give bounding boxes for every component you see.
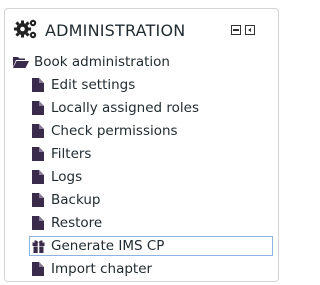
tree-item-logs[interactable]: Logs [29, 167, 273, 187]
tree-item-backup[interactable]: Backup [29, 190, 273, 210]
tree-parent-label: Book administration [34, 54, 170, 70]
hide-block-icon[interactable] [231, 25, 241, 35]
tree-item-label: Restore [51, 215, 103, 231]
tree-item-filters[interactable]: Filters [29, 144, 273, 164]
tree-item-label: Backup [51, 192, 101, 208]
file-icon [32, 124, 44, 138]
tree-item-label: Locally assigned roles [51, 100, 200, 116]
tree-item-check-permissions[interactable]: Check permissions [29, 121, 273, 141]
file-icon [32, 216, 44, 230]
tree-item-label: Check permissions [51, 123, 178, 139]
block-title: ADMINISTRATION [45, 21, 186, 40]
file-icon [32, 147, 44, 161]
file-icon [32, 170, 44, 184]
file-icon [32, 78, 44, 92]
file-icon [32, 101, 44, 115]
gears-icon [14, 19, 37, 39]
tree-item-book-administration[interactable]: Book administration [12, 52, 212, 72]
tree-item-restore[interactable]: Restore [29, 213, 273, 233]
file-icon [32, 262, 44, 276]
administration-block: ADMINISTRATION Book administration Edit … [4, 8, 279, 282]
folder-open-icon [13, 57, 29, 68]
tree-item-edit-settings[interactable]: Edit settings [29, 75, 273, 95]
block-header: ADMINISTRATION [5, 9, 278, 49]
tree-item-label: Filters [51, 146, 92, 162]
gift-icon [32, 240, 45, 253]
tree-item-label: Logs [51, 169, 83, 185]
file-icon [32, 193, 44, 207]
tree-item-label: Import chapter [51, 261, 153, 277]
tree-item-label: Edit settings [51, 77, 136, 93]
tree-item-locally-assigned-roles[interactable]: Locally assigned roles [29, 98, 273, 118]
tree-item-label: Generate IMS CP [51, 238, 165, 254]
dock-block-icon[interactable] [245, 25, 255, 35]
tree-item-import-chapter[interactable]: Import chapter [29, 259, 273, 279]
admin-tree: Book administration Edit settings Locall… [5, 49, 278, 281]
tree-item-generate-ims-cp[interactable]: Generate IMS CP [29, 236, 273, 256]
